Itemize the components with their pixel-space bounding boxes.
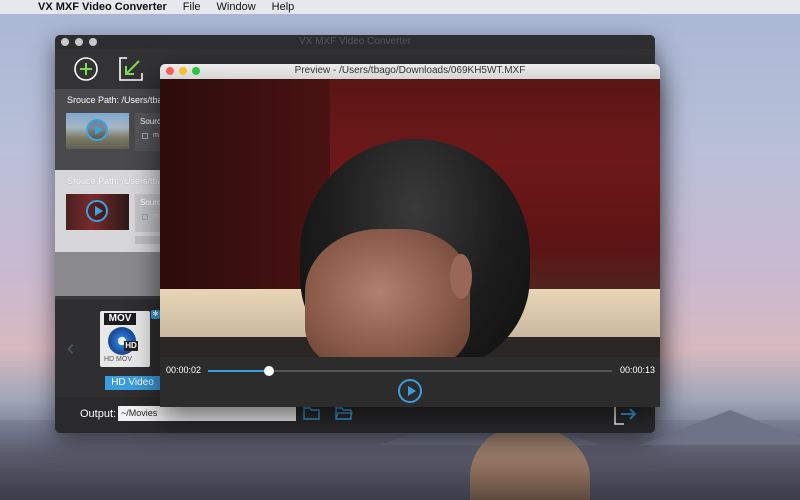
source-label: Sourc — [140, 117, 161, 126]
video-thumbnail[interactable] — [66, 113, 129, 149]
menu-help[interactable]: Help — [272, 1, 295, 13]
video-subject-face — [305, 229, 470, 357]
folder-edit-icon[interactable] — [303, 405, 321, 421]
source-path: Srouce Path: /Users/tbago — [67, 95, 173, 105]
total-time: 00:00:13 — [620, 365, 656, 375]
mov-format-icon[interactable]: MOV HD HD MOV — [100, 311, 150, 367]
format-selector: ‹ MOV HD HD MOV ✱ HD Video — [55, 299, 160, 397]
import-icon — [119, 57, 143, 81]
progress-track — [135, 236, 161, 244]
source-path-label: Srouce Path: — [67, 176, 120, 186]
hd-video-button[interactable]: HD Video — [105, 376, 160, 390]
output-path-field[interactable]: ~/Movies — [118, 406, 296, 421]
source-path: Srouce Path: /Users/tbago — [67, 176, 173, 186]
import-button[interactable] — [117, 55, 145, 83]
seek-progress — [208, 370, 269, 372]
plus-circle-icon — [74, 57, 98, 81]
play-icon[interactable] — [86, 119, 108, 141]
source-label: Sourc — [140, 198, 161, 207]
play-icon[interactable] — [86, 200, 108, 222]
play-button[interactable] — [398, 379, 422, 403]
output-label: Output: — [80, 408, 117, 420]
list-item[interactable]: Srouce Path: /Users/tbago Sourc m — [55, 89, 173, 171]
source-meta: m — [153, 132, 159, 139]
format-badge: MOV — [104, 313, 136, 325]
main-window-title: VX MXF Video Converter — [298, 36, 412, 47]
current-time: 00:00:02 — [166, 365, 202, 375]
seek-handle[interactable] — [263, 366, 274, 376]
seek-slider[interactable] — [208, 366, 612, 376]
add-file-button[interactable] — [72, 55, 100, 83]
playback-controls: 00:00:02 00:00:13 — [160, 357, 660, 407]
gear-icon[interactable]: ✱ — [151, 310, 160, 319]
source-meta: m — [153, 213, 159, 220]
list-empty-area — [55, 252, 160, 296]
source-path-label: Srouce Path: — [67, 95, 120, 105]
preview-title: Preview - /Users/tbago/Downloads/069KH5W… — [294, 65, 526, 76]
chevron-left-icon[interactable]: ‹ — [67, 335, 74, 361]
video-frame[interactable] — [160, 79, 660, 357]
menu-window[interactable]: Window — [217, 1, 256, 13]
hd-badge: HD — [124, 341, 138, 351]
main-window-titlebar: VX MXF Video Converter — [55, 35, 655, 49]
list-item[interactable]: Srouce Path: /Users/tbago Sourc m — [55, 170, 173, 252]
file-icon — [142, 133, 148, 139]
file-icon — [142, 214, 148, 220]
preview-titlebar: Preview - /Users/tbago/Downloads/069KH5W… — [160, 64, 660, 79]
menu-app-name[interactable]: VX MXF Video Converter — [38, 1, 167, 13]
video-subject-ear — [450, 254, 472, 299]
open-folder-icon[interactable] — [335, 405, 353, 421]
preview-window: Preview - /Users/tbago/Downloads/069KH5W… — [160, 64, 660, 407]
menu-file[interactable]: File — [183, 1, 201, 13]
desktop-mountain — [640, 410, 800, 445]
format-subtitle: HD MOV — [104, 356, 132, 363]
video-thumbnail[interactable] — [66, 194, 129, 230]
menu-bar: VX MXF Video Converter File Window Help — [0, 0, 800, 14]
